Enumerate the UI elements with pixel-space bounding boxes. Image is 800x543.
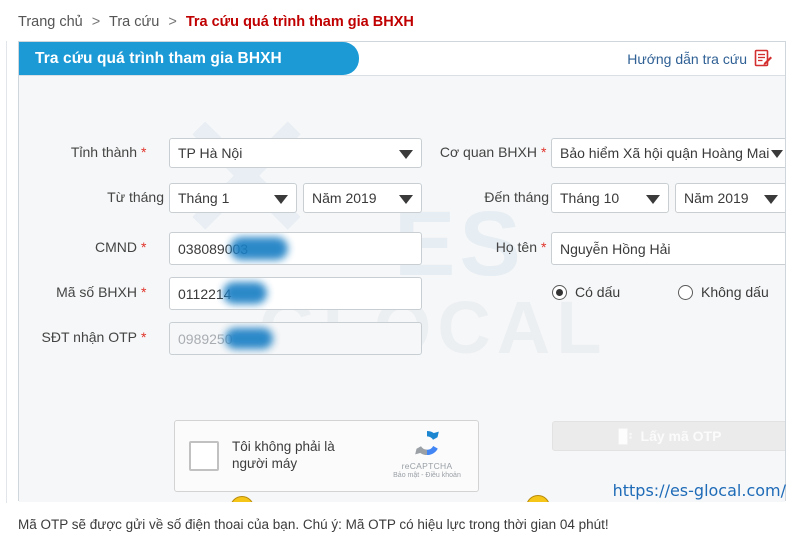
- from-year-value: Năm 2019: [312, 190, 377, 206]
- to-year-value: Năm 2019: [684, 190, 749, 206]
- tab-label: Tra cứu quá trình tham gia BHXH: [35, 49, 282, 67]
- chevron-down-icon: [764, 195, 778, 204]
- phone-otp-required-star: *: [141, 329, 147, 345]
- from-year-select[interactable]: Năm 2019: [303, 183, 422, 213]
- chevron-down-icon: [399, 195, 413, 204]
- page-frame-left-rule: [6, 41, 7, 503]
- agency-label: Cơ quan BHXH: [439, 144, 537, 160]
- help-guide-label: Hướng dẫn tra cứu: [627, 50, 747, 67]
- phone-otp-input[interactable]: 0989250: [169, 322, 422, 355]
- bhxh-code-label: Mã số BHXH: [56, 284, 137, 300]
- row-fullname: Họ tên *: [419, 239, 547, 255]
- row-from-month: Từ tháng: [19, 189, 164, 205]
- to-month-value: Tháng 10: [560, 190, 620, 206]
- fullname-value: Nguyễn Hồng Hải: [560, 240, 671, 257]
- row-bhxh-code: Mã số BHXH *: [19, 284, 146, 300]
- help-guide-link[interactable]: Hướng dẫn tra cứu: [627, 42, 773, 75]
- form-body: ✕ ES GLOCAL Tỉnh thành * TP Hà Nội Cơ qu…: [19, 76, 785, 502]
- from-month-select[interactable]: Tháng 1: [169, 183, 297, 213]
- tab-bhxh-lookup[interactable]: Tra cứu quá trình tham gia BHXH: [19, 42, 359, 75]
- recaptcha-brand-name: reCAPTCHA: [401, 461, 453, 471]
- fullname-input[interactable]: Nguyễn Hồng Hải: [551, 232, 785, 265]
- radio-with-accent-label: Có dấu: [575, 284, 621, 300]
- chevron-down-icon: [646, 195, 660, 204]
- recaptcha-logo-icon: [386, 427, 468, 459]
- panel-titlebar: Tra cứu quá trình tham gia BHXH Hướng dẫ…: [19, 42, 785, 76]
- fullname-label: Họ tên: [495, 239, 537, 255]
- row-to-month: Đến tháng: [419, 189, 549, 205]
- chevron-down-icon: [274, 195, 288, 204]
- breadcrumb-current: Tra cứu quá trình tham gia BHXH: [185, 14, 414, 30]
- radio-with-accent-indicator: [552, 284, 567, 300]
- to-month-label: Đến tháng: [484, 189, 549, 205]
- row-cmnd: CMND *: [19, 239, 146, 255]
- recaptcha-brand: reCAPTCHA Bảo mật - Điều khoản: [386, 427, 468, 479]
- recaptcha-label: Tôi không phải là người máy: [232, 439, 335, 471]
- province-label: Tỉnh thành: [70, 144, 137, 160]
- get-otp-label: Lấy mã OTP: [640, 428, 722, 444]
- breadcrumb: Trang chủ > Tra cứu > Tra cứu quá trình …: [18, 14, 414, 30]
- radio-without-accent-label: Không dấu: [701, 284, 769, 300]
- chevron-down-icon: [399, 150, 413, 159]
- annotation-badge-01: 01: [230, 496, 254, 502]
- recaptcha-widget[interactable]: Tôi không phải là người máy reCAPTCHA Bả…: [174, 420, 479, 492]
- to-year-select[interactable]: Năm 2019: [675, 183, 785, 213]
- from-month-value: Tháng 1: [178, 190, 230, 206]
- province-select[interactable]: TP Hà Nội: [169, 138, 422, 168]
- cmnd-redaction-blob: [230, 237, 288, 260]
- phone-otp-redaction-blob: [225, 328, 273, 349]
- radio-with-accent[interactable]: Có dấu: [552, 284, 620, 300]
- breadcrumb-item-home[interactable]: Trang chủ: [18, 14, 83, 30]
- cmnd-input[interactable]: 038089003: [169, 232, 422, 265]
- phone-otp-label: SĐT nhận OTP: [41, 329, 137, 345]
- mobile-otp-icon: [617, 427, 633, 445]
- site-url-watermark: https://es-glocal.com/: [612, 481, 786, 500]
- annotation-badge-02: 02: [526, 495, 550, 502]
- bhxh-code-required-star: *: [141, 284, 147, 300]
- breadcrumb-item-lookup[interactable]: Tra cứu: [109, 14, 159, 30]
- bhxh-code-redaction-blob: [223, 282, 267, 304]
- cmnd-required-star: *: [141, 239, 147, 255]
- otp-note-text: Mã OTP sẽ được gửi về số điện thoai của …: [18, 517, 609, 532]
- from-month-label: Từ tháng: [107, 189, 164, 205]
- breadcrumb-separator-2: >: [168, 14, 177, 30]
- row-phone-otp: SĐT nhận OTP *: [19, 329, 147, 345]
- row-province: Tỉnh thành *: [19, 144, 147, 160]
- lookup-panel: Tra cứu quá trình tham gia BHXH Hướng dẫ…: [18, 41, 786, 502]
- agency-value: Bảo hiểm Xã hội quận Hoàng Mai: [560, 145, 770, 161]
- get-otp-button[interactable]: Lấy mã OTP: [552, 421, 785, 451]
- agency-required-star: *: [541, 144, 547, 160]
- row-agency: Cơ quan BHXH *: [419, 144, 547, 160]
- recaptcha-checkbox[interactable]: [189, 441, 219, 471]
- agency-select[interactable]: Bảo hiểm Xã hội quận Hoàng Mai: [551, 138, 785, 168]
- radio-without-accent[interactable]: Không dấu: [678, 284, 769, 300]
- breadcrumb-separator: >: [91, 14, 101, 30]
- province-required-star: *: [141, 144, 147, 160]
- fullname-required-star: *: [541, 239, 547, 255]
- chevron-down-icon: [771, 150, 783, 158]
- radio-without-accent-indicator: [678, 284, 693, 300]
- recaptcha-links[interactable]: Bảo mật - Điều khoản: [386, 472, 468, 479]
- document-edit-icon: [754, 49, 773, 68]
- bhxh-code-input[interactable]: 0112214: [169, 277, 422, 310]
- cmnd-label: CMND: [95, 239, 137, 255]
- to-month-select[interactable]: Tháng 10: [551, 183, 669, 213]
- province-value: TP Hà Nội: [178, 145, 243, 161]
